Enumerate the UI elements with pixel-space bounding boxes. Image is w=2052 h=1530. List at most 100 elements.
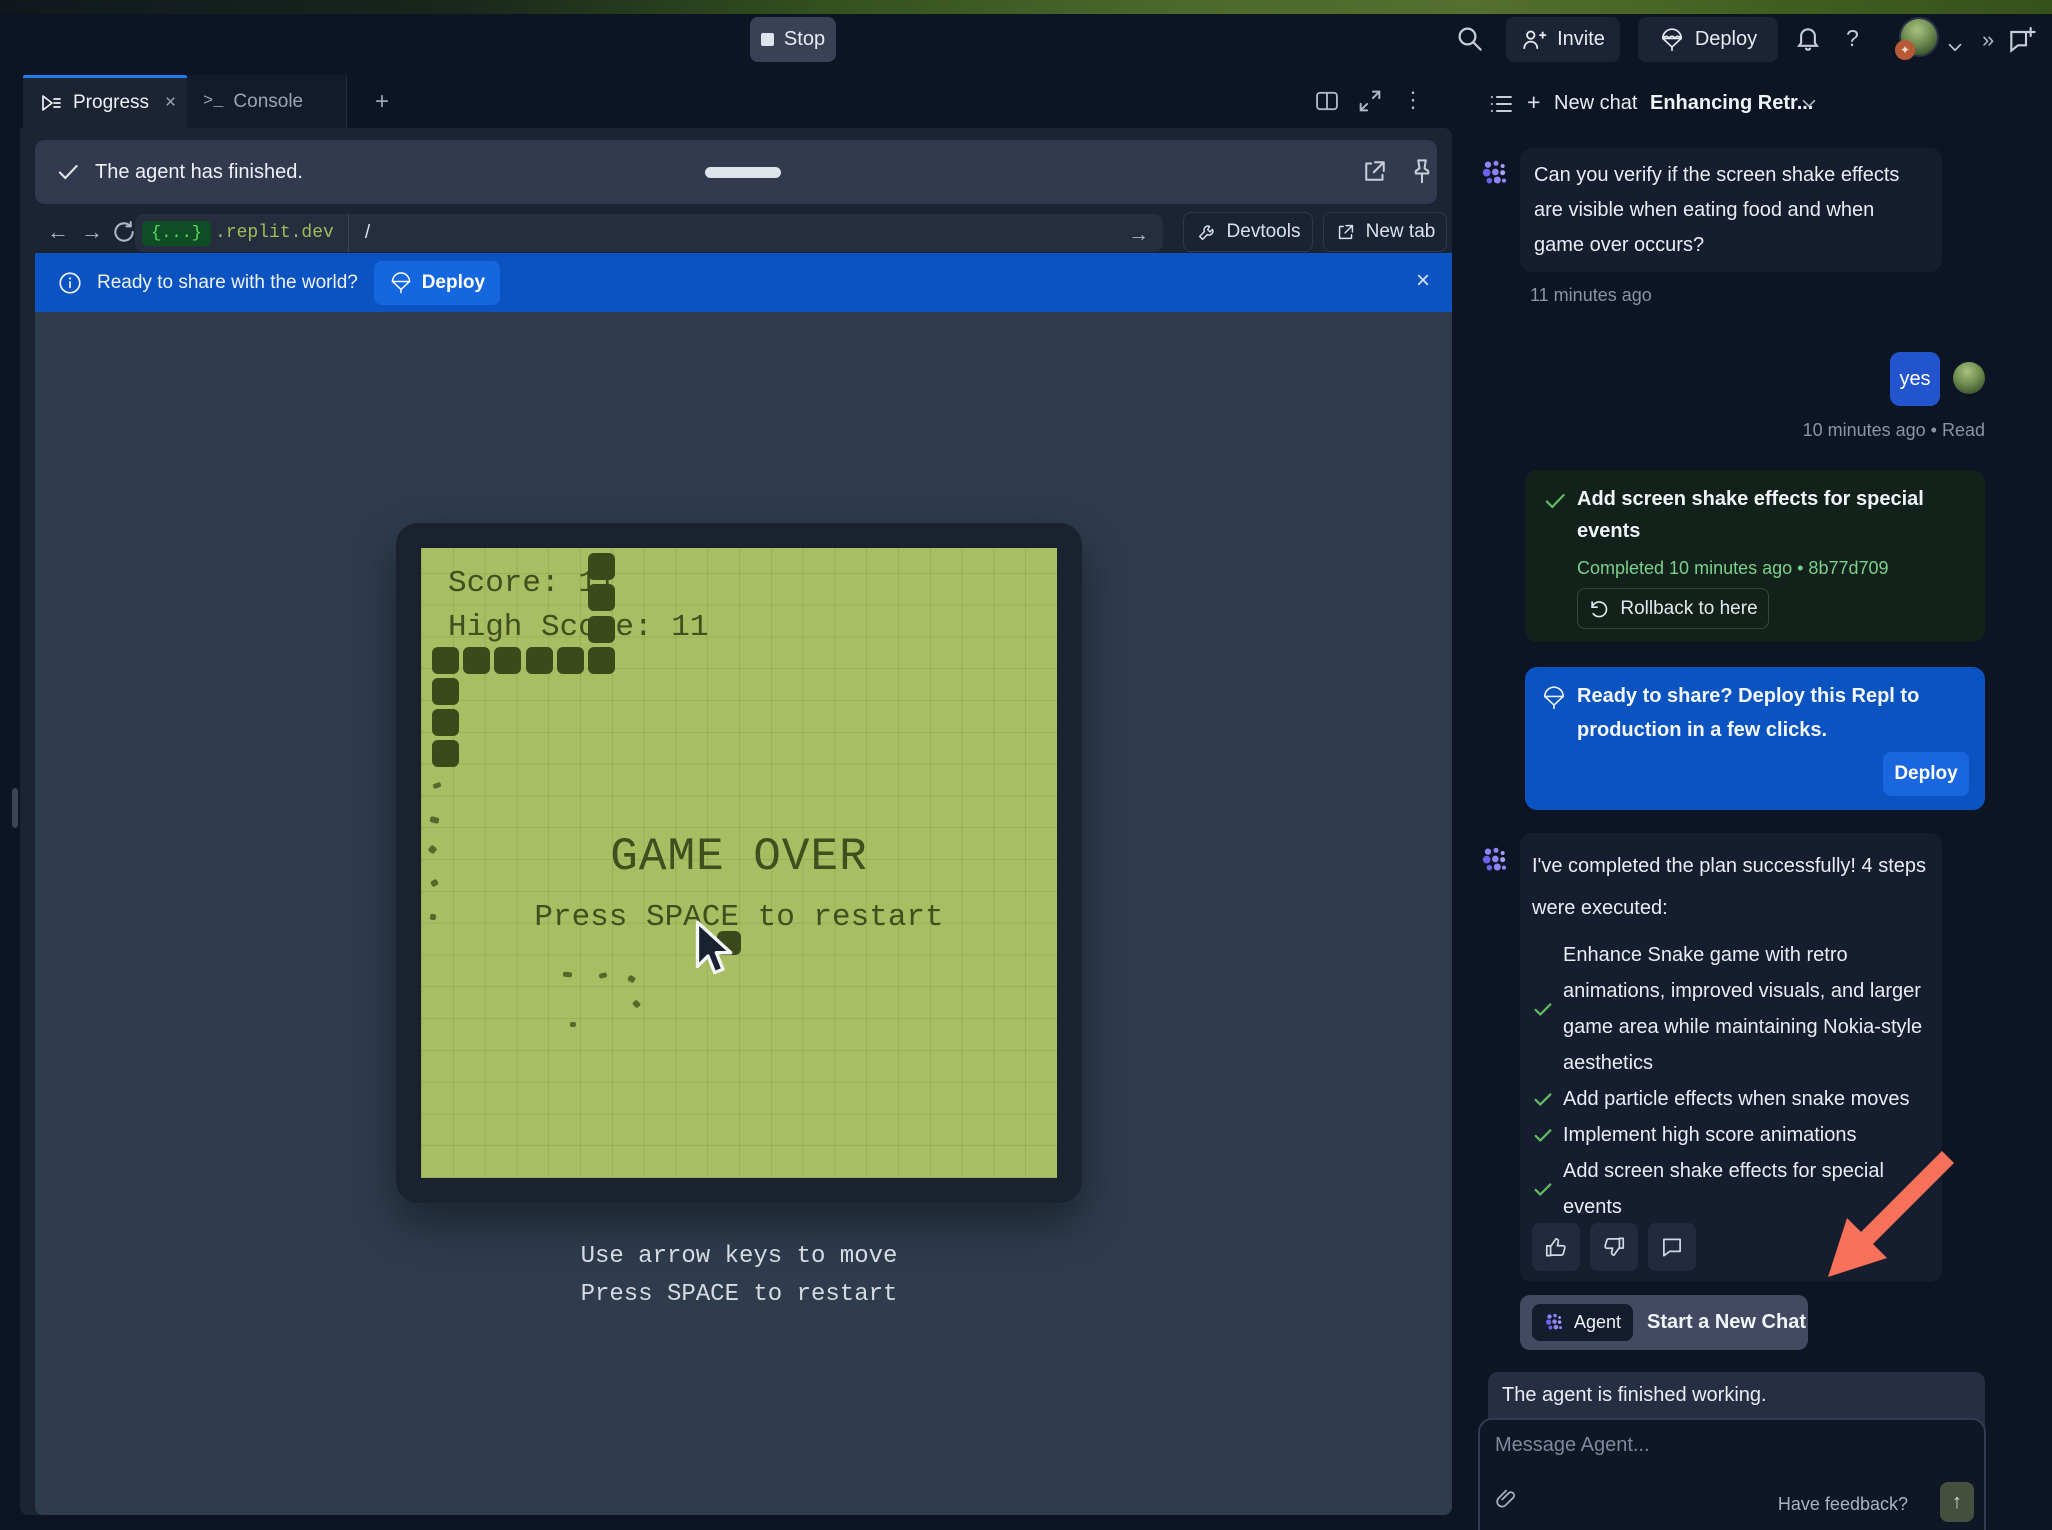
wrench-icon: [1196, 221, 1218, 243]
snake-cell: [526, 647, 553, 674]
user-reply-meta: 10 minutes ago • Read: [1803, 420, 1985, 441]
help-icon[interactable]: ?: [1846, 25, 1859, 52]
send-button[interactable]: ↑: [1940, 1482, 1974, 1522]
snake-cell: [557, 647, 584, 674]
deploy-promo-button[interactable]: Deploy: [1883, 752, 1969, 796]
new-tab-button[interactable]: New tab: [1323, 212, 1447, 252]
tab-console[interactable]: >_ Console: [187, 75, 347, 128]
new-chat-label[interactable]: New chat: [1554, 92, 1637, 115]
check-icon: [1532, 1178, 1554, 1200]
replit-workspace-window: Stop Invite Deploy ? ✦: [0, 0, 2052, 1530]
attachment-paperclip-icon[interactable]: [1493, 1486, 1519, 1512]
url-go-icon[interactable]: →: [1128, 223, 1149, 247]
open-external-icon[interactable]: [1360, 156, 1390, 186]
invite-button[interactable]: Invite: [1506, 17, 1620, 62]
console-terminal-icon: >_: [203, 92, 223, 111]
snake-cell: [432, 709, 459, 736]
snake-game-screen[interactable]: Score: 11 High Score: 11 GAME OVER Press…: [421, 548, 1057, 1178]
deploy-parachute-icon: [389, 271, 413, 295]
new-chat-bubble-icon[interactable]: [2006, 24, 2038, 56]
close-icon[interactable]: ×: [1416, 267, 1430, 295]
share-deploy-label: Deploy: [422, 272, 485, 294]
tab-console-label: Console: [233, 91, 303, 113]
notifications-bell-icon[interactable]: [1793, 23, 1823, 53]
agent-mode-chip: Agent: [1532, 1304, 1633, 1341]
help-glyph: ?: [1846, 25, 1859, 52]
pin-icon[interactable]: [1407, 156, 1437, 186]
particle: [627, 975, 636, 984]
chat-title[interactable]: Enhancing Retr...: [1650, 92, 1813, 115]
deploy-parachute-icon: [1541, 685, 1567, 711]
agent-question-text: Can you verify if the screen shake effec…: [1534, 164, 1899, 256]
pane-tab-bar: Progress × >_ Console + ⋮: [20, 75, 1452, 128]
collapse-chevrons-icon[interactable]: »: [1982, 27, 1995, 53]
chat-list-icon[interactable]: [1487, 90, 1515, 118]
checkpoint-meta: Completed 10 minutes ago • 8b77d709: [1577, 558, 1889, 579]
message-input-box[interactable]: Have feedback? ↑: [1478, 1418, 1986, 1530]
stop-label: Stop: [784, 28, 825, 51]
tab-close-icon[interactable]: ×: [165, 92, 176, 114]
expand-pane-icon[interactable]: [1356, 87, 1384, 115]
agent-status-text: The agent is finished working.: [1502, 1384, 1767, 1406]
agent-logo-icon: [1544, 1312, 1566, 1334]
progress-tab-icon: [39, 91, 63, 115]
add-tab-button[interactable]: +: [365, 85, 399, 119]
deploy-label: Deploy: [1695, 28, 1757, 51]
instructions-line-2: Press SPACE to restart: [396, 1281, 1082, 1308]
particle: [432, 782, 441, 789]
banner-drag-handle[interactable]: [705, 167, 781, 178]
forward-icon[interactable]: →: [76, 216, 108, 248]
sidebar-drag-handle[interactable]: [12, 788, 18, 828]
avatar-notification-badge: ✦: [1895, 40, 1915, 60]
invite-label: Invite: [1557, 28, 1605, 51]
thumbs-up-button[interactable]: [1532, 1223, 1580, 1271]
tab-progress[interactable]: Progress ×: [23, 75, 187, 128]
deploy-promo-card: Ready to share? Deploy this Repl to prod…: [1525, 667, 1985, 810]
deploy-parachute-icon: [1659, 27, 1685, 53]
search-icon[interactable]: [1455, 24, 1485, 54]
stop-button[interactable]: Stop: [750, 17, 836, 62]
devtools-button[interactable]: Devtools: [1183, 212, 1313, 252]
message-input[interactable]: [1495, 1434, 1895, 1457]
snake-cell: [432, 740, 459, 767]
url-badge: {...}: [142, 221, 211, 246]
split-view-icon[interactable]: [1313, 87, 1341, 115]
snake-cell: [463, 647, 490, 674]
tab-progress-label: Progress: [73, 92, 149, 114]
top-bar: Stop Invite Deploy ? ✦: [0, 14, 2052, 82]
progress-pane-body: The agent has finished. ← →: [20, 128, 1452, 1515]
agent-avatar: [1480, 158, 1512, 190]
pane-kebab-menu-icon[interactable]: ⋮: [1402, 87, 1424, 113]
restart-hint-text: Press SPACE to restart: [421, 900, 1057, 935]
share-banner: Ready to share with the world? Deploy ×: [35, 253, 1452, 312]
invite-person-plus-icon: [1521, 27, 1547, 53]
game-device-frame: Score: 11 High Score: 11 GAME OVER Press…: [396, 523, 1082, 1203]
back-icon[interactable]: ←: [42, 216, 74, 248]
deploy-button[interactable]: Deploy: [1638, 17, 1778, 62]
desktop-wallpaper-strip: [0, 0, 2052, 14]
comment-button[interactable]: [1648, 1223, 1696, 1271]
account-chevron-down-icon[interactable]: [1944, 36, 1966, 58]
have-feedback-link[interactable]: Have feedback?: [1778, 1494, 1908, 1515]
share-banner-deploy-button[interactable]: Deploy: [374, 261, 500, 305]
chat-header: + New chat Enhancing Retr...: [1478, 82, 2052, 126]
user-avatar-small: [1953, 362, 1985, 394]
browser-toolbar: ← → {...} .replit.dev / →: [20, 210, 1452, 256]
send-arrow-icon: ↑: [1952, 1491, 1962, 1514]
snake-cell: [432, 678, 459, 705]
thumbs-down-button[interactable]: [1590, 1223, 1638, 1271]
snake-cell: [588, 584, 615, 611]
start-new-chat-button[interactable]: Agent Start a New Chat: [1520, 1295, 1808, 1350]
new-chat-plus-icon[interactable]: +: [1527, 89, 1540, 116]
check-icon: [1532, 1124, 1554, 1146]
rollback-button[interactable]: Rollback to here: [1577, 588, 1769, 629]
summary-step: Enhance Snake game with retro animations…: [1532, 937, 1930, 1081]
instructions-line-1: Use arrow keys to move: [396, 1243, 1082, 1270]
user-reply-text: yes: [1899, 368, 1930, 391]
chat-title-chevron-down-icon[interactable]: [1798, 92, 1820, 114]
url-bar[interactable]: {...} .replit.dev / →: [135, 214, 1163, 252]
user-avatar[interactable]: ✦: [1899, 17, 1939, 57]
stop-icon: [761, 33, 774, 46]
particle: [563, 972, 572, 978]
mouse-cursor: [693, 920, 733, 982]
